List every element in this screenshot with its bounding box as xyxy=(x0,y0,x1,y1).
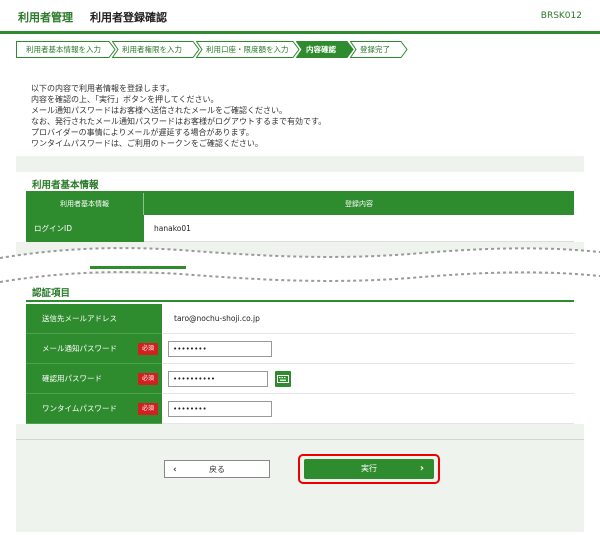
mail-password-row: メール通知パスワード 必須 xyxy=(26,334,574,364)
required-badge: 必須 xyxy=(138,343,158,355)
intro-line: プロバイダーの事情によりメールが遅延する場合があります。 xyxy=(31,128,254,137)
required-badge: 必須 xyxy=(138,403,158,415)
intro-message: 以下の内容で利用者情報を登録します。 内容を確認の上、「実行」ボタンを押してくだ… xyxy=(16,66,584,156)
page-break-tear xyxy=(0,247,600,283)
chevron-right-icon: › xyxy=(419,463,424,474)
step-label: 内容確認 xyxy=(306,45,336,54)
page-header: 利用者管理 利用者登録確認 BRSK012 xyxy=(0,0,600,34)
table-header: 利用者基本情報 登録内容 xyxy=(26,193,574,215)
back-button[interactable]: ‹ 戻る xyxy=(164,460,270,478)
main-panel: 以下の内容で利用者情報を登録します。 内容を確認の上、「実行」ボタンを押してくだ… xyxy=(16,66,584,532)
otp-row: ワンタイムパスワード 必須 xyxy=(26,394,574,424)
required-badge: 必須 xyxy=(138,373,158,385)
step-label: 登録完了 xyxy=(360,45,390,54)
step-permissions: 利用者権限を入力 xyxy=(112,41,200,58)
section-title: 認証項目 xyxy=(32,288,71,299)
email-row: 送信先メールアドレス taro@nochu-shoji.co.jp xyxy=(26,304,574,334)
execute-button[interactable]: 実行 › xyxy=(304,459,434,479)
intro-line: ワンタイムパスワードは、ご利用のトークンをご確認ください。 xyxy=(31,139,263,148)
screen-code: BRSK012 xyxy=(540,11,582,21)
intro-line: メール通知パスワードはお客様へ送信されたメールをご確認ください。 xyxy=(31,106,287,115)
section-rule xyxy=(26,300,574,302)
mail-password-field[interactable] xyxy=(168,341,272,357)
step-label: 利用口座・限度額を入力 xyxy=(206,45,289,54)
confirm-password-field[interactable] xyxy=(168,371,268,387)
step-confirm: 内容確認 xyxy=(296,41,354,58)
page-title: 利用者登録確認 xyxy=(90,11,167,24)
column-header: 利用者基本情報 xyxy=(26,193,144,215)
column-header: 登録内容 xyxy=(345,200,373,208)
confirm-password-row: 確認用パスワード 必須 xyxy=(26,364,574,394)
intro-line: 以下の内容で利用者情報を登録します。 xyxy=(31,84,175,93)
step-basic-info: 利用者基本情報を入力 xyxy=(16,41,116,58)
intro-line: なお、発行されたメール通知パスワードはお客様がログアウトするまで有効です。 xyxy=(31,117,327,126)
progress-steps: 利用者基本情報を入力 利用者権限を入力 利用口座・限度額を入力 内容確認 登録完… xyxy=(16,41,408,58)
execute-button-label: 実行 xyxy=(361,464,377,473)
step-accounts: 利用口座・限度額を入力 xyxy=(196,41,300,58)
step-label: 利用者基本情報を入力 xyxy=(26,45,101,54)
email-value: taro@nochu-shoji.co.jp xyxy=(174,314,260,323)
section-title: 利用者基本情報 xyxy=(32,180,99,191)
basic-info-section: 利用者基本情報 利用者基本情報 登録内容 ログインID hanako01 xyxy=(16,172,584,242)
otp-field[interactable] xyxy=(168,401,272,417)
step-label: 利用者権限を入力 xyxy=(122,45,182,54)
software-keyboard-icon[interactable] xyxy=(275,371,291,387)
divider xyxy=(16,439,584,440)
auth-section: 認証項目 送信先メールアドレス taro@nochu-shoji.co.jp メ… xyxy=(16,274,584,424)
back-button-label: 戻る xyxy=(209,465,225,474)
step-complete: 登録完了 xyxy=(350,41,408,58)
intro-line: 内容を確認の上、「実行」ボタンを押してください。 xyxy=(31,95,219,104)
section-name: 利用者管理 xyxy=(18,11,73,24)
email-label: 送信先メールアドレス xyxy=(26,304,162,334)
